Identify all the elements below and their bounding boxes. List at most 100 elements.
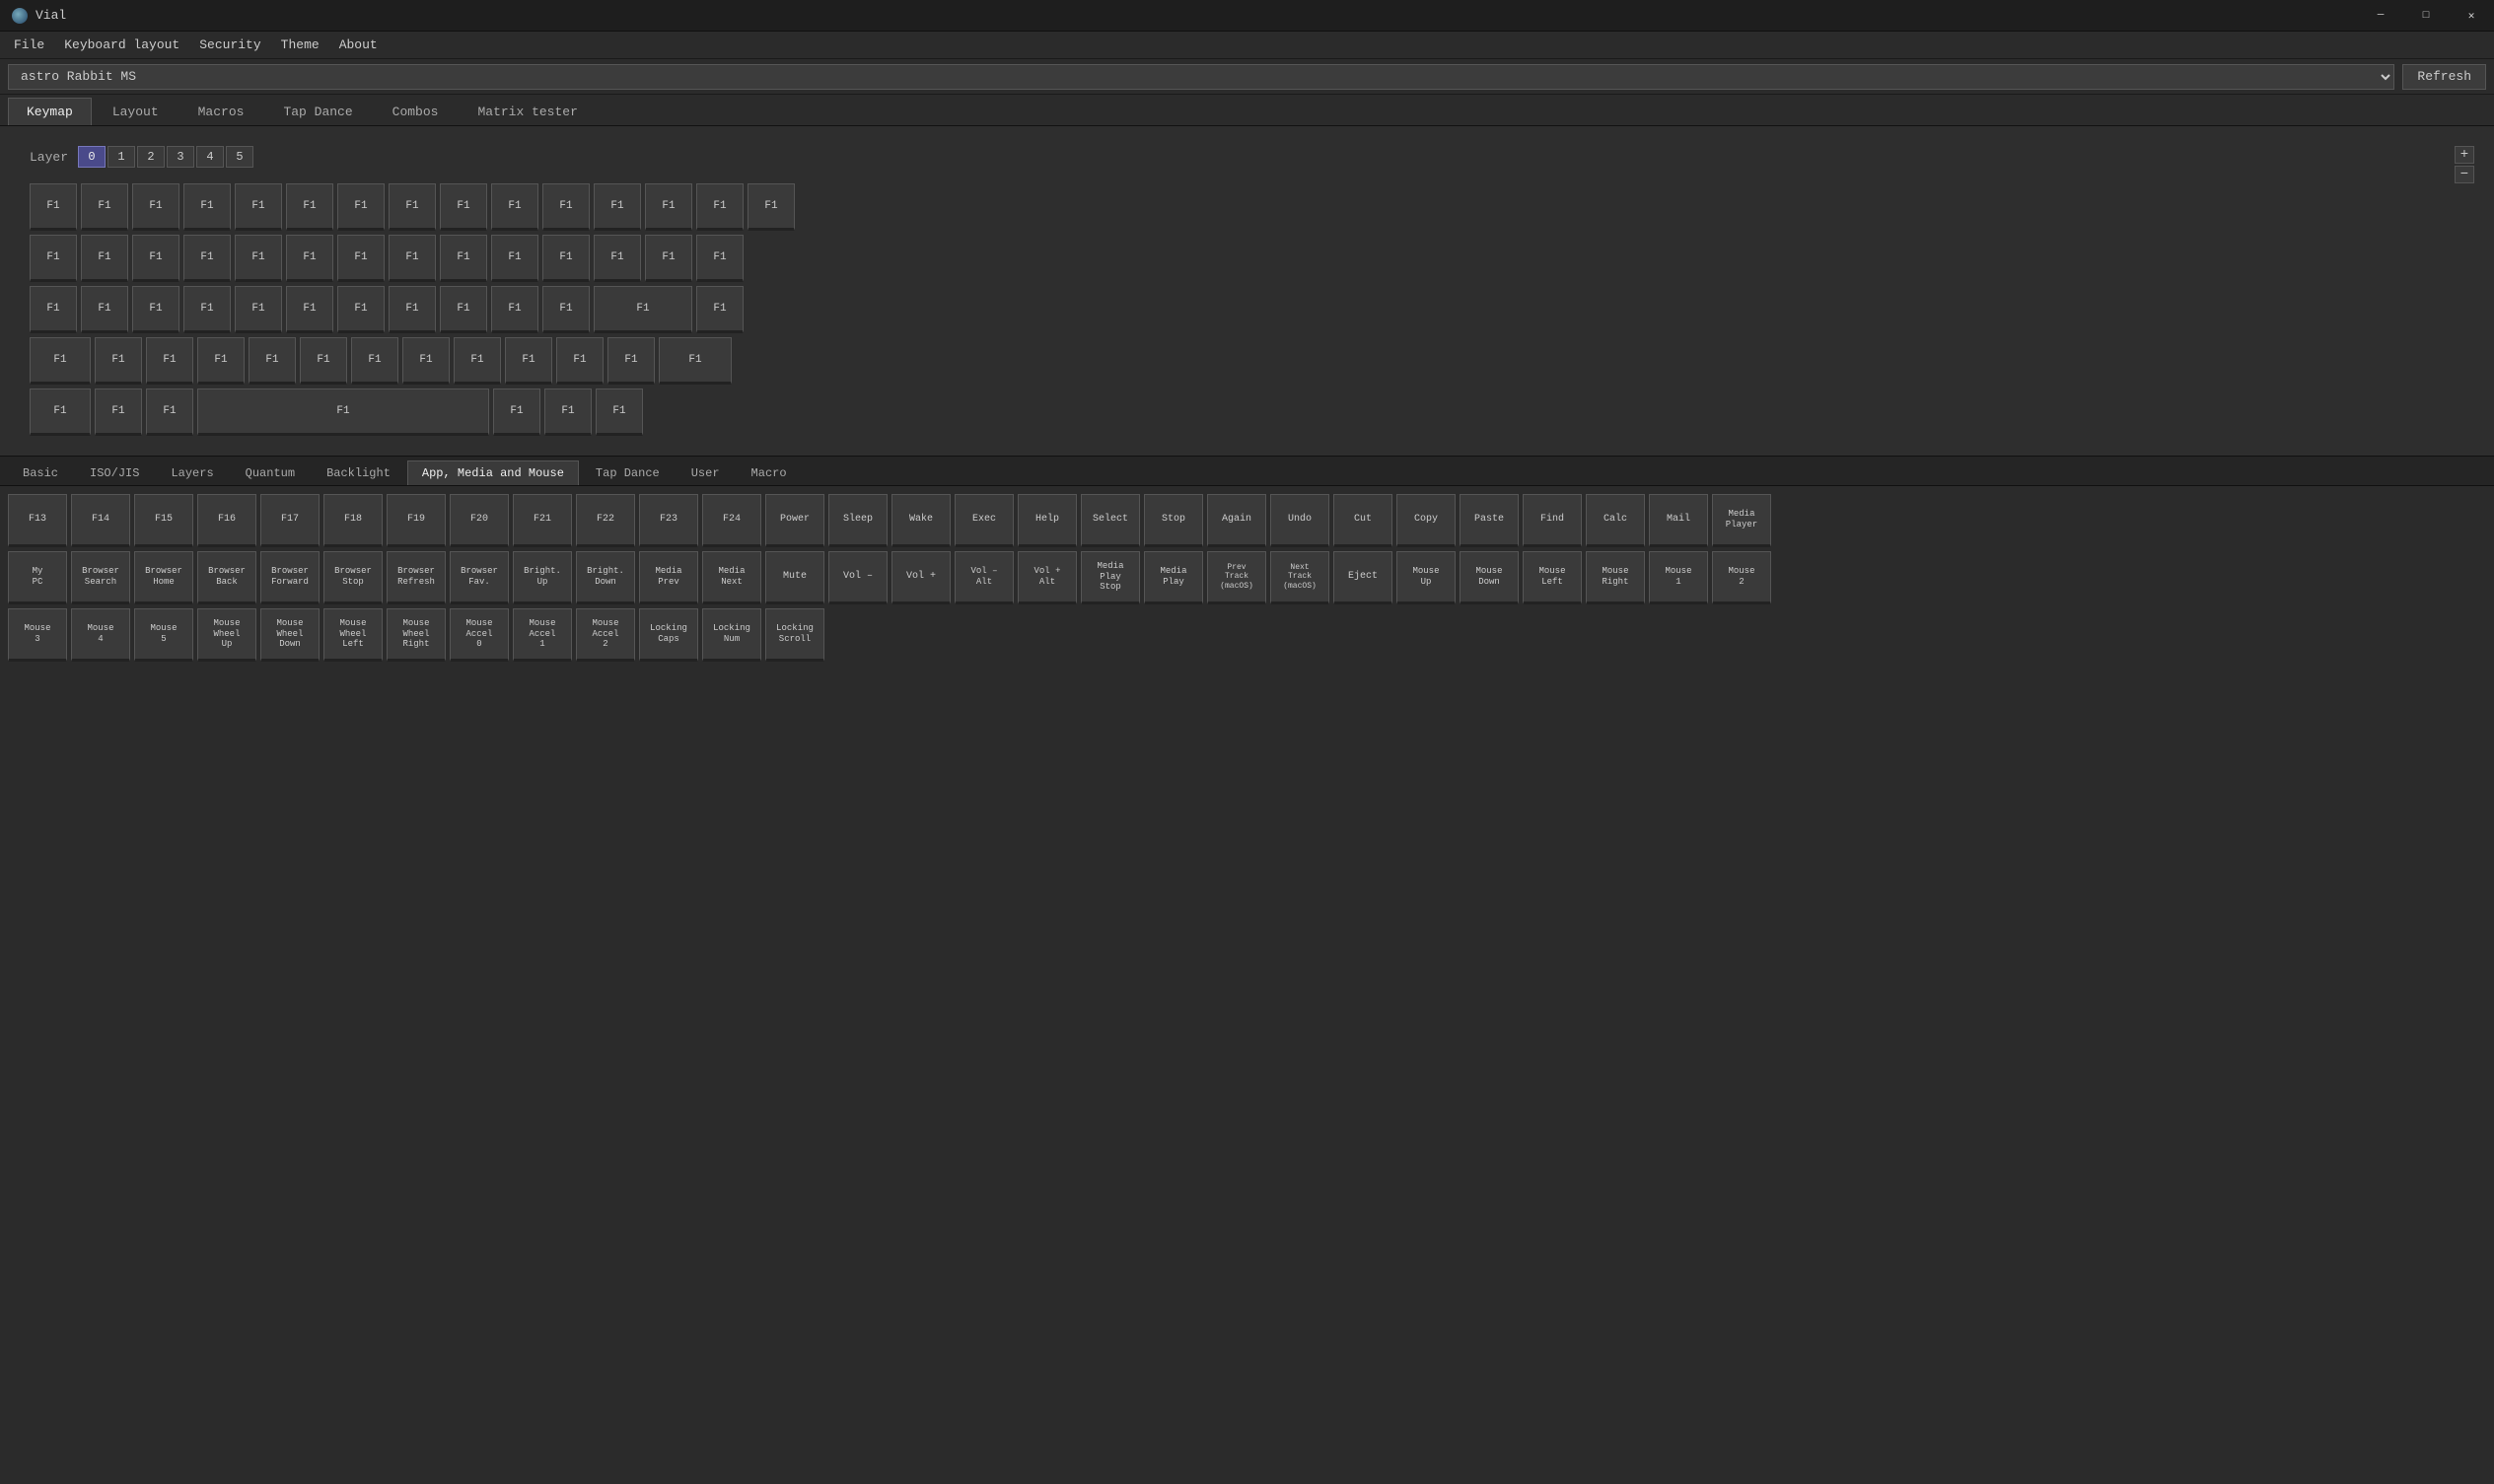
key-r5-space[interactable]: F1 — [197, 389, 489, 436]
cat-tab-iso-jis[interactable]: ISO/JIS — [75, 460, 154, 485]
menu-file[interactable]: File — [4, 34, 54, 56]
key-r1-c11[interactable]: F1 — [542, 183, 590, 231]
grid-key-mouse-accel-1[interactable]: MouseAccel1 — [513, 608, 572, 662]
key-r2-c11[interactable]: F1 — [542, 235, 590, 282]
key-r4-c10[interactable]: F1 — [505, 337, 552, 385]
key-r1-c13[interactable]: F1 — [645, 183, 692, 231]
cat-tab-backlight[interactable]: Backlight — [312, 460, 405, 485]
grid-key-sleep[interactable]: Sleep — [828, 494, 888, 547]
cat-tab-macro[interactable]: Macro — [737, 460, 802, 485]
key-r2-c6[interactable]: F1 — [286, 235, 333, 282]
layer-btn-2[interactable]: 2 — [137, 146, 165, 168]
grid-key-media-play-stop[interactable]: MediaPlayStop — [1081, 551, 1140, 604]
grid-key-calc[interactable]: Calc — [1586, 494, 1645, 547]
menu-security[interactable]: Security — [189, 34, 270, 56]
grid-key-paste[interactable]: Paste — [1460, 494, 1519, 547]
grid-key-copy[interactable]: Copy — [1396, 494, 1456, 547]
grid-key-media-play[interactable]: MediaPlay — [1144, 551, 1203, 604]
menu-about[interactable]: About — [329, 34, 388, 56]
key-r4-c11[interactable]: F1 — [556, 337, 604, 385]
close-button[interactable]: ✕ — [2449, 0, 2494, 32]
key-r2-c13[interactable]: F1 — [645, 235, 692, 282]
tab-combos[interactable]: Combos — [374, 98, 458, 125]
grid-key-mute[interactable]: Mute — [765, 551, 824, 604]
tab-layout[interactable]: Layout — [94, 98, 178, 125]
grid-key-f16[interactable]: F16 — [197, 494, 256, 547]
key-r5-c1[interactable]: F1 — [30, 389, 91, 436]
grid-key-f21[interactable]: F21 — [513, 494, 572, 547]
grid-key-browser-fav[interactable]: BrowserFav. — [450, 551, 509, 604]
key-r3-c6[interactable]: F1 — [286, 286, 333, 333]
grid-key-bright-down[interactable]: Bright.Down — [576, 551, 635, 604]
grid-key-media-next[interactable]: MediaNext — [702, 551, 761, 604]
key-r2-c2[interactable]: F1 — [81, 235, 128, 282]
layer-btn-1[interactable]: 1 — [107, 146, 135, 168]
grid-key-locking-caps[interactable]: LockingCaps — [639, 608, 698, 662]
key-r5-c2[interactable]: F1 — [95, 389, 142, 436]
layer-btn-5[interactable]: 5 — [226, 146, 253, 168]
grid-key-bright-up[interactable]: Bright.Up — [513, 551, 572, 604]
grid-key-mouse-left[interactable]: MouseLeft — [1523, 551, 1582, 604]
grid-key-vol-alt-up[interactable]: Vol +Alt — [1018, 551, 1077, 604]
key-r2-c3[interactable]: F1 — [132, 235, 179, 282]
key-r3-c1[interactable]: F1 — [30, 286, 77, 333]
grid-key-f24[interactable]: F24 — [702, 494, 761, 547]
key-r3-c5[interactable]: F1 — [235, 286, 282, 333]
key-r2-c9[interactable]: F1 — [440, 235, 487, 282]
grid-key-mouse-up[interactable]: MouseUp — [1396, 551, 1456, 604]
grid-key-f22[interactable]: F22 — [576, 494, 635, 547]
grid-key-mouse-accel-0[interactable]: MouseAccel0 — [450, 608, 509, 662]
key-r4-c3[interactable]: F1 — [146, 337, 193, 385]
grid-key-locking-scroll[interactable]: LockingScroll — [765, 608, 824, 662]
grid-key-browser-refresh[interactable]: BrowserRefresh — [387, 551, 446, 604]
grid-key-my-pc[interactable]: MyPC — [8, 551, 67, 604]
grid-key-f15[interactable]: F15 — [134, 494, 193, 547]
key-r2-c4[interactable]: F1 — [183, 235, 231, 282]
grid-key-f23[interactable]: F23 — [639, 494, 698, 547]
key-r1-c3[interactable]: F1 — [132, 183, 179, 231]
grid-key-f14[interactable]: F14 — [71, 494, 130, 547]
key-r1-c9[interactable]: F1 — [440, 183, 487, 231]
device-dropdown[interactable]: astro Rabbit MS — [8, 64, 2394, 90]
grid-key-help[interactable]: Help — [1018, 494, 1077, 547]
key-r4-c13[interactable]: F1 — [659, 337, 732, 385]
key-r3-c2[interactable]: F1 — [81, 286, 128, 333]
key-r1-c7[interactable]: F1 — [337, 183, 385, 231]
key-r1-c2[interactable]: F1 — [81, 183, 128, 231]
key-r3-c12-wide[interactable]: F1 — [594, 286, 692, 333]
grid-key-select[interactable]: Select — [1081, 494, 1140, 547]
grid-key-f13[interactable]: F13 — [8, 494, 67, 547]
key-r2-c14[interactable]: F1 — [696, 235, 744, 282]
key-r2-c12[interactable]: F1 — [594, 235, 641, 282]
grid-key-mouse-right[interactable]: MouseRight — [1586, 551, 1645, 604]
key-r2-c7[interactable]: F1 — [337, 235, 385, 282]
grid-key-vol-alt-down[interactable]: Vol –Alt — [955, 551, 1014, 604]
key-r3-c11[interactable]: F1 — [542, 286, 590, 333]
grid-key-mouse-1[interactable]: Mouse1 — [1649, 551, 1708, 604]
key-r3-c9[interactable]: F1 — [440, 286, 487, 333]
layer-btn-3[interactable]: 3 — [167, 146, 194, 168]
key-r4-c7[interactable]: F1 — [351, 337, 398, 385]
grid-key-cut[interactable]: Cut — [1333, 494, 1392, 547]
key-r4-c2[interactable]: F1 — [95, 337, 142, 385]
grid-key-media-prev[interactable]: MediaPrev — [639, 551, 698, 604]
grid-key-f18[interactable]: F18 — [323, 494, 383, 547]
key-r2-c10[interactable]: F1 — [491, 235, 538, 282]
add-layer-button[interactable]: + — [2455, 146, 2474, 164]
grid-key-vol-up[interactable]: Vol + — [891, 551, 951, 604]
maximize-button[interactable]: □ — [2403, 0, 2449, 32]
tab-tap-dance[interactable]: Tap Dance — [264, 98, 371, 125]
key-r4-c4[interactable]: F1 — [197, 337, 245, 385]
key-r1-c12[interactable]: F1 — [594, 183, 641, 231]
layer-btn-4[interactable]: 4 — [196, 146, 224, 168]
grid-key-mail[interactable]: Mail — [1649, 494, 1708, 547]
grid-key-mouse-5[interactable]: Mouse5 — [134, 608, 193, 662]
key-r4-c5[interactable]: F1 — [249, 337, 296, 385]
key-r2-c1[interactable]: F1 — [30, 235, 77, 282]
key-r3-c10[interactable]: F1 — [491, 286, 538, 333]
cat-tab-layers[interactable]: Layers — [156, 460, 228, 485]
grid-key-mouse-down[interactable]: MouseDown — [1460, 551, 1519, 604]
tab-macros[interactable]: Macros — [179, 98, 263, 125]
key-r1-c5[interactable]: F1 — [235, 183, 282, 231]
key-r1-c1[interactable]: F1 — [30, 183, 77, 231]
